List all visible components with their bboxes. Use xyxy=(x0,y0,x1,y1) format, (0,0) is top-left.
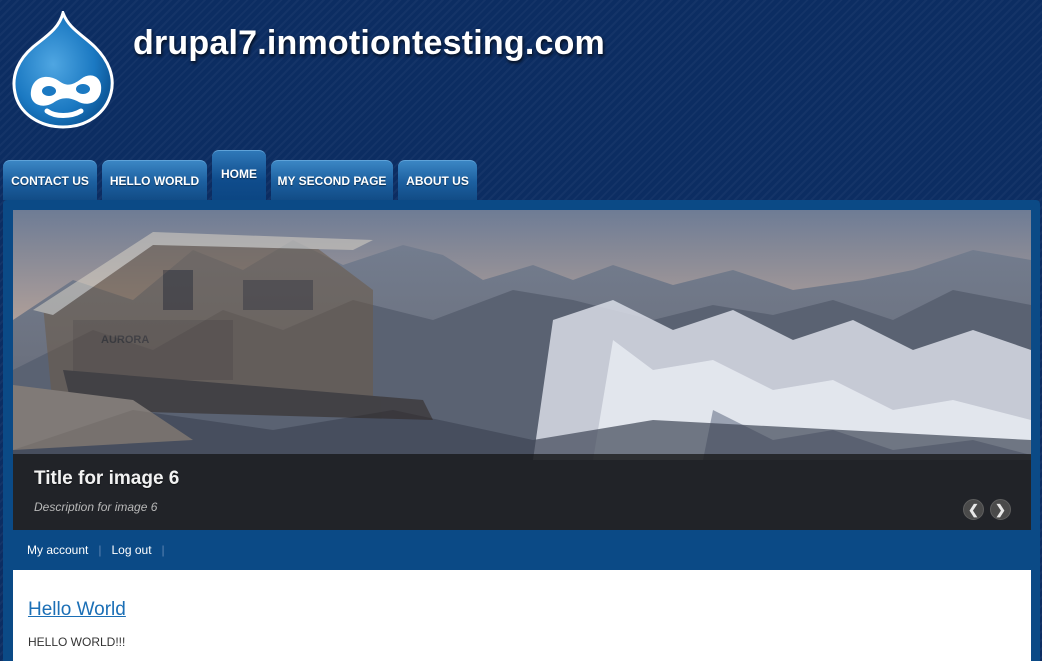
next-slide-button[interactable]: ❯ xyxy=(990,499,1011,520)
secondary-menu: My account | Log out | xyxy=(27,540,175,560)
menu-divider: | xyxy=(161,543,165,557)
slide-caption: Title for image 6 Description for image … xyxy=(13,454,1031,530)
menu-divider: | xyxy=(98,543,102,557)
site-header: drupal7.inmotiontesting.com xyxy=(0,0,1042,150)
prev-slide-button[interactable]: ❮ xyxy=(963,499,984,520)
site-name-link[interactable]: drupal7.inmotiontesting.com xyxy=(133,24,605,63)
tab-home[interactable]: HOME xyxy=(212,150,266,200)
tab-about-us[interactable]: ABOUT US xyxy=(398,160,477,200)
tab-hello-world[interactable]: HELLO WORLD xyxy=(102,160,207,200)
main-panel: AURORA Title for image 6 Description for… xyxy=(3,200,1040,661)
tab-contact-us[interactable]: CONTACT US xyxy=(3,160,97,200)
chevron-right-icon: ❯ xyxy=(995,501,1006,517)
drupal-logo-icon[interactable] xyxy=(11,11,115,129)
node-body: HELLO WORLD!!! xyxy=(28,635,126,649)
main-content: Hello World HELLO WORLD!!! xyxy=(13,570,1031,661)
main-menu: CONTACT US HELLO WORLD HOME MY SECOND PA… xyxy=(0,150,1042,200)
my-account-link[interactable]: My account xyxy=(27,543,88,557)
chevron-left-icon: ❮ xyxy=(968,501,979,517)
tab-my-second-page[interactable]: MY SECOND PAGE xyxy=(271,160,393,200)
slideshow[interactable]: AURORA Title for image 6 Description for… xyxy=(13,210,1031,530)
slide-title: Title for image 6 xyxy=(34,468,180,489)
log-out-link[interactable]: Log out xyxy=(111,543,151,557)
slide-description: Description for image 6 xyxy=(34,500,158,514)
image-sign-text: AURORA xyxy=(101,334,149,346)
node-title-link[interactable]: Hello World xyxy=(28,599,126,621)
